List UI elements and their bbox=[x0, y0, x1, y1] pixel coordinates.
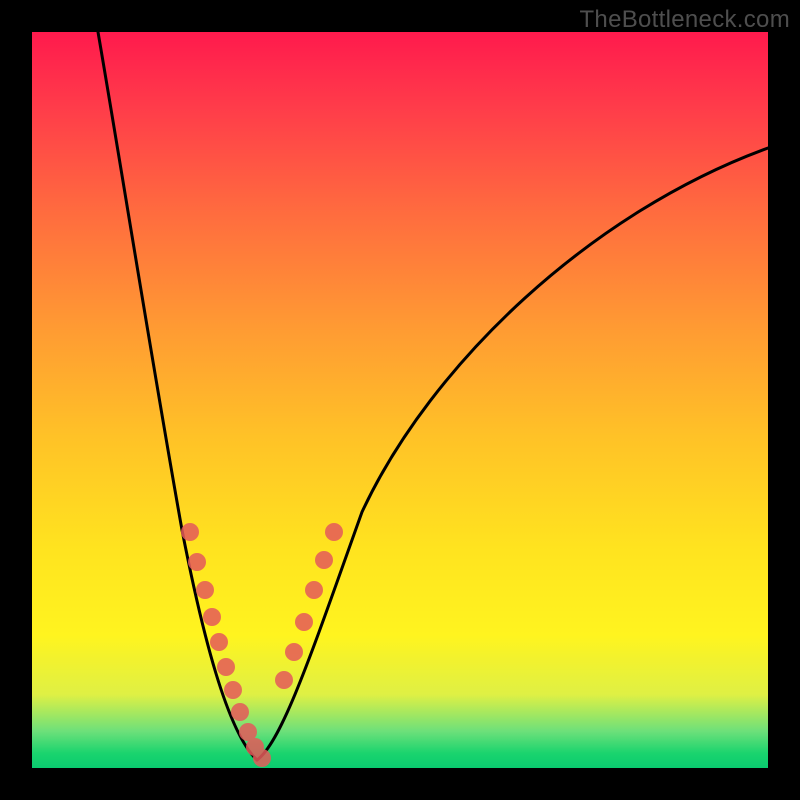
watermark-text: TheBottleneck.com bbox=[579, 6, 790, 34]
right-branch-curve bbox=[257, 148, 768, 760]
markers-right bbox=[275, 523, 343, 689]
left-branch-curve bbox=[98, 32, 257, 760]
chart-svg bbox=[32, 32, 768, 768]
chart-frame: TheBottleneck.com bbox=[0, 0, 800, 800]
markers-left bbox=[181, 523, 271, 767]
plot-area bbox=[32, 32, 768, 768]
curve-group bbox=[98, 32, 768, 760]
